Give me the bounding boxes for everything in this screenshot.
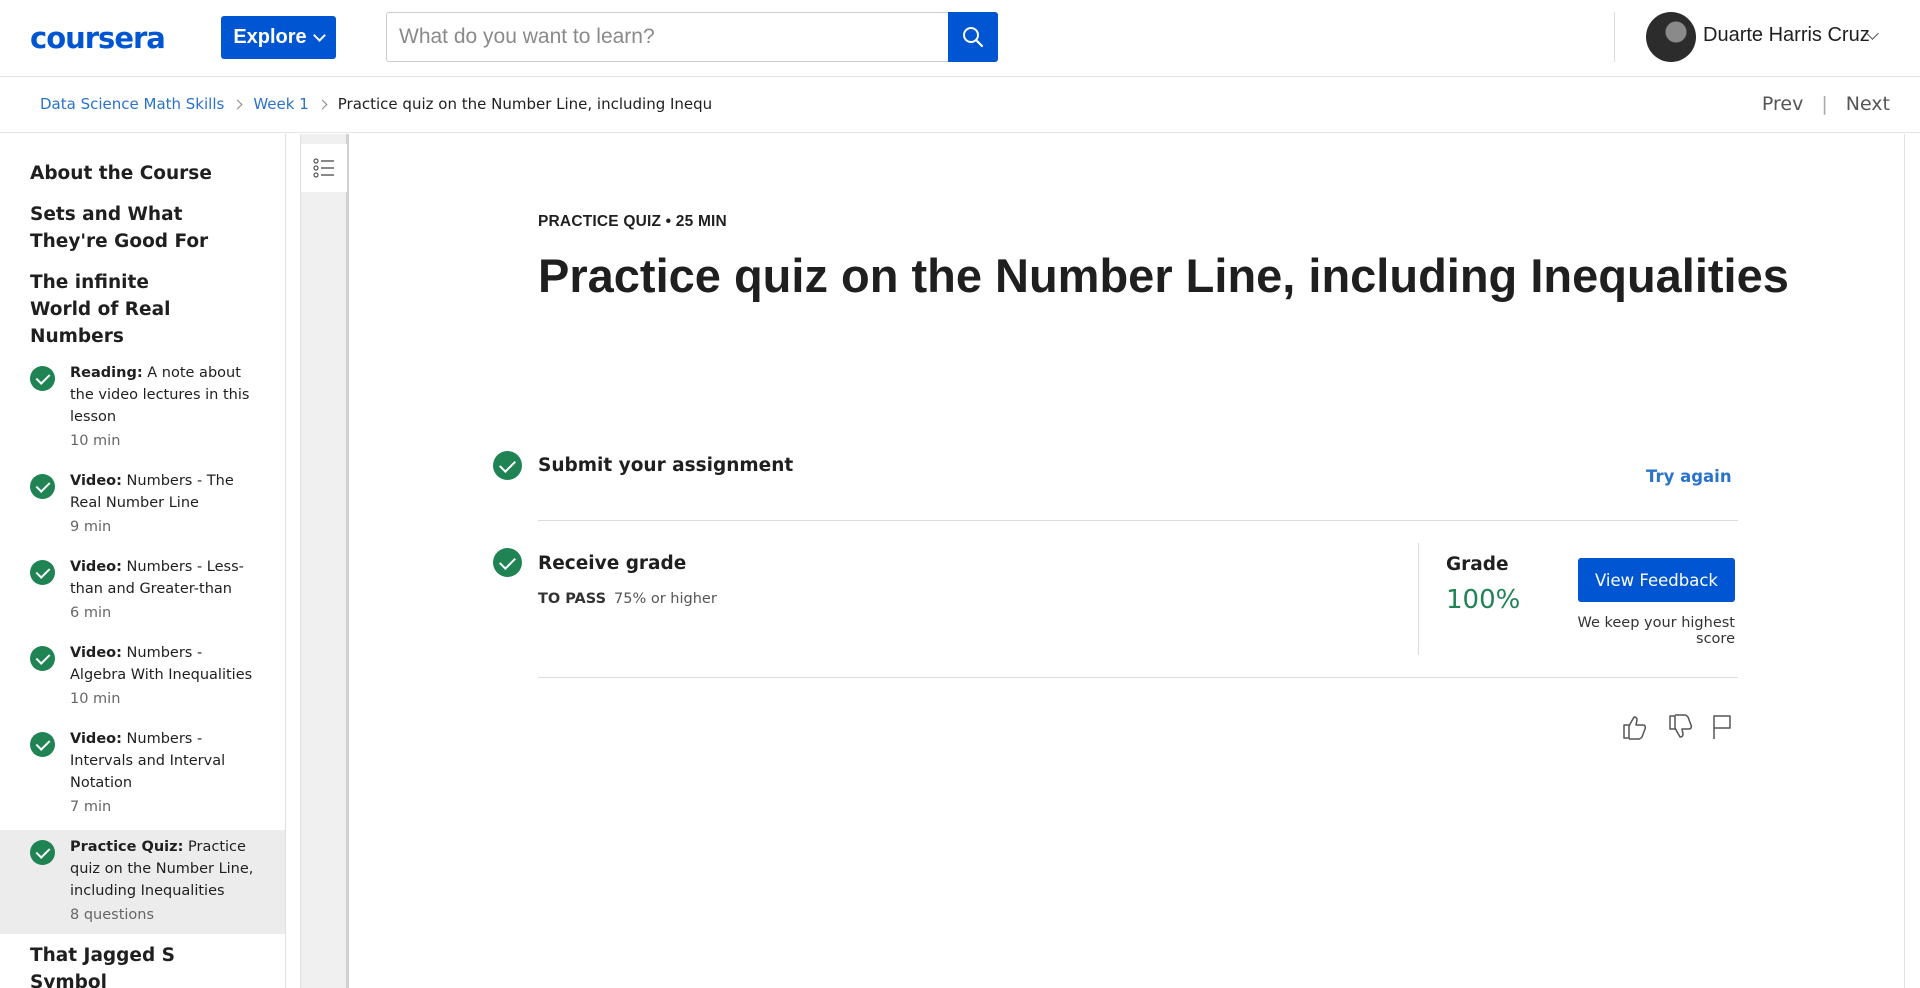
grade-value: 100% xyxy=(1446,585,1521,615)
sidebar-section-about[interactable]: About the Course xyxy=(0,160,285,187)
chevron-down-icon xyxy=(312,28,326,42)
section-divider xyxy=(538,520,1738,521)
try-again-link[interactable]: Try again xyxy=(1646,467,1732,486)
sidebar-section-jagged-s[interactable]: That Jagged S Symbol xyxy=(0,942,285,988)
highest-score-note: We keep your highest score xyxy=(1577,615,1735,647)
sidebar-item-video-less-than[interactable]: Video: Numbers - Less-than and Greater-t… xyxy=(0,556,285,624)
grade-label: Grade xyxy=(1446,554,1509,575)
content-border xyxy=(1904,134,1905,988)
prev-next-nav: Prev | Next xyxy=(1762,93,1890,115)
chevron-right-icon xyxy=(232,99,243,109)
explore-button[interactable]: Explore xyxy=(221,16,336,59)
submit-check-icon xyxy=(493,451,522,480)
list-icon xyxy=(313,158,334,178)
thumbs-down-icon[interactable] xyxy=(1666,713,1694,741)
toc-toggle-column xyxy=(300,134,349,988)
prev-button[interactable]: Prev xyxy=(1762,93,1803,115)
item-type: Video: xyxy=(70,559,122,575)
item-duration: 7 min xyxy=(70,799,112,815)
explore-label: Explore xyxy=(233,26,307,48)
coursera-logo[interactable]: coursera xyxy=(30,21,166,55)
item-meta: PRACTICE QUIZ • 25 MIN xyxy=(538,213,727,230)
sidebar-item-video-intervals[interactable]: Video: Numbers - Intervals and Interval … xyxy=(0,728,285,818)
chevron-right-icon xyxy=(317,99,328,109)
toc-toggle-button[interactable] xyxy=(301,144,347,192)
item-type: Video: xyxy=(70,473,122,489)
to-pass-info: TO PASS 75% or higher xyxy=(538,591,717,607)
item-duration: 10 min xyxy=(70,433,121,449)
item-type: Video: xyxy=(70,731,122,747)
search-icon xyxy=(963,27,984,48)
sidebar-item-video-real-number-line[interactable]: Video: Numbers - The Real Number Line 9 … xyxy=(0,470,285,538)
user-name[interactable]: Duarte Harris Cruz xyxy=(1703,24,1870,47)
avatar[interactable] xyxy=(1646,12,1696,62)
item-duration: 9 min xyxy=(70,519,112,535)
header-divider xyxy=(1614,12,1615,62)
item-type: Practice Quiz: xyxy=(70,839,184,855)
breadcrumb-course-link[interactable]: Data Science Math Skills xyxy=(40,95,224,113)
sidebar-item-video-algebra[interactable]: Video: Numbers - Algebra With Inequaliti… xyxy=(0,642,285,710)
nav-separator: | xyxy=(1821,93,1828,115)
item-duration: 10 min xyxy=(70,691,121,707)
sidebar-section-sets[interactable]: Sets and What They're Good For xyxy=(0,201,260,255)
item-duration: 6 min xyxy=(70,605,112,621)
sidebar-item-practice-quiz[interactable]: Practice Quiz: Practice quiz on the Numb… xyxy=(0,830,285,934)
to-pass-value: 75% or higher xyxy=(614,591,717,607)
completed-check-icon xyxy=(30,474,55,499)
breadcrumb-current: Practice quiz on the Number Line, includ… xyxy=(337,95,713,113)
receive-grade-title: Receive grade xyxy=(538,553,687,574)
search-button[interactable] xyxy=(948,12,998,62)
flag-icon[interactable] xyxy=(1710,713,1736,741)
breadcrumb-week-link[interactable]: Week 1 xyxy=(253,95,308,113)
to-pass-label: TO PASS xyxy=(538,591,607,607)
item-duration: 8 questions xyxy=(70,907,155,923)
section-divider xyxy=(538,677,1738,678)
thumbs-up-icon[interactable] xyxy=(1620,713,1648,741)
page-title: Practice quiz on the Number Line, includ… xyxy=(538,249,1789,302)
completed-check-icon xyxy=(30,646,55,671)
completed-check-icon xyxy=(30,560,55,585)
completed-check-icon xyxy=(30,840,55,865)
item-type: Video: xyxy=(70,645,122,661)
search-input[interactable] xyxy=(386,12,949,62)
top-header: coursera Explore Duarte Harris Cruz xyxy=(0,0,1920,77)
course-sidebar: About the Course Sets and What They're G… xyxy=(0,134,286,988)
breadcrumb: Data Science Math Skills Week 1 Practice… xyxy=(40,95,713,113)
breadcrumb-bar: Data Science Math Skills Week 1 Practice… xyxy=(0,77,1920,133)
item-type: Reading: xyxy=(70,365,143,381)
grade-divider xyxy=(1418,543,1419,655)
completed-check-icon xyxy=(30,732,55,757)
receive-check-icon xyxy=(493,548,522,577)
view-feedback-button[interactable]: View Feedback xyxy=(1578,558,1735,602)
completed-check-icon xyxy=(30,366,55,391)
next-button[interactable]: Next xyxy=(1846,93,1890,115)
submit-assignment-title: Submit your assignment xyxy=(538,455,794,476)
sidebar-section-real-numbers[interactable]: The infinite World of Real Numbers xyxy=(0,269,240,350)
sidebar-item-reading[interactable]: Reading: A note about the video lectures… xyxy=(0,362,285,452)
